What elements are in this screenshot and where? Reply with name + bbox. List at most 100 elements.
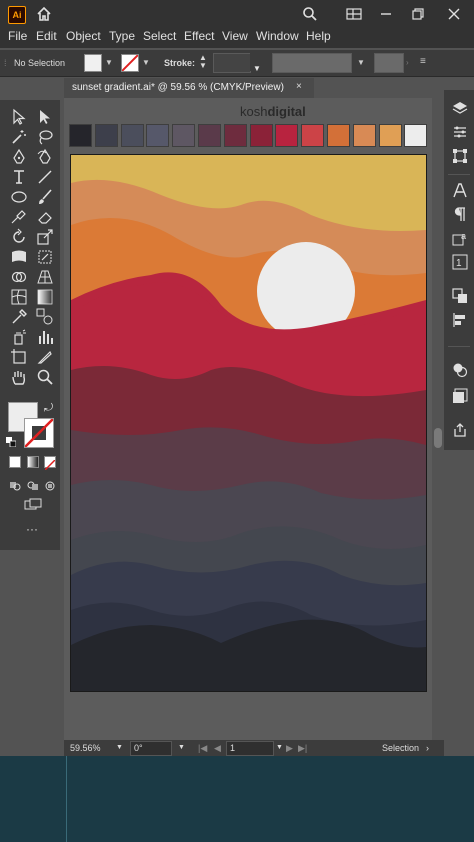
character-icon[interactable] bbox=[452, 182, 468, 198]
color-swatch[interactable] bbox=[120, 124, 144, 147]
graphic-styles-icon[interactable] bbox=[452, 388, 468, 404]
close-icon[interactable] bbox=[446, 6, 462, 27]
blend-tool-icon[interactable] bbox=[36, 308, 54, 326]
pen-tool-icon[interactable] bbox=[10, 148, 28, 166]
next-artboard-icon[interactable]: ▶ bbox=[286, 743, 293, 754]
default-colors-icon[interactable] bbox=[6, 434, 17, 448]
stroke-stepper[interactable]: ▲ ▼ bbox=[199, 54, 207, 70]
properties-icon[interactable] bbox=[452, 124, 468, 140]
stroke-swatch[interactable] bbox=[121, 54, 139, 72]
appearance-icon[interactable] bbox=[452, 362, 468, 378]
color-swatch[interactable] bbox=[198, 124, 221, 147]
chevron-down-icon[interactable]: ▼ bbox=[116, 744, 123, 751]
chevron-down-icon[interactable]: ▼ bbox=[142, 58, 150, 67]
previous-artboard-icon[interactable]: ◀ bbox=[214, 743, 221, 754]
transform-icon[interactable] bbox=[452, 148, 468, 164]
glyphs-icon[interactable]: a bbox=[452, 230, 468, 246]
color-mode-icon[interactable] bbox=[9, 456, 21, 468]
screen-mode-icon[interactable] bbox=[24, 498, 42, 512]
rotate-tool-icon[interactable] bbox=[10, 228, 28, 246]
magic-wand-tool-icon[interactable] bbox=[10, 128, 28, 146]
edit-toolbar-icon[interactable]: ··· bbox=[26, 522, 38, 536]
chevron-down-icon[interactable]: ▼ bbox=[178, 744, 185, 751]
draw-normal-icon[interactable] bbox=[9, 478, 21, 491]
first-artboard-icon[interactable]: |◀ bbox=[198, 743, 207, 754]
opentype-icon[interactable]: 1 bbox=[452, 254, 468, 270]
more-icon[interactable]: ≡ bbox=[420, 56, 426, 67]
chevron-down-icon[interactable]: ▼ bbox=[250, 53, 264, 73]
artboard-number-field[interactable]: 1 bbox=[226, 741, 274, 756]
color-swatch[interactable] bbox=[249, 124, 273, 147]
curvature-tool-icon[interactable] bbox=[36, 148, 54, 166]
shaper-tool-icon[interactable] bbox=[10, 208, 28, 226]
warp-tool-icon[interactable] bbox=[10, 248, 28, 266]
shape-builder-tool-icon[interactable] bbox=[10, 268, 28, 286]
chevron-down-icon[interactable]: ▼ bbox=[105, 58, 113, 67]
stroke-color-box[interactable] bbox=[24, 418, 54, 448]
scroll-thumb[interactable] bbox=[434, 428, 442, 448]
variable-width-field[interactable] bbox=[272, 53, 352, 73]
layers-icon[interactable] bbox=[452, 100, 468, 116]
fill-swatch[interactable] bbox=[84, 54, 102, 72]
color-swatch[interactable] bbox=[94, 124, 118, 147]
mesh-tool-icon[interactable] bbox=[10, 288, 28, 306]
gradient-tool-icon[interactable] bbox=[36, 288, 54, 306]
slice-tool-icon[interactable] bbox=[36, 348, 54, 366]
menu-effect[interactable]: Effect bbox=[184, 29, 214, 43]
last-artboard-icon[interactable]: ▶| bbox=[298, 743, 307, 754]
menu-view[interactable]: View bbox=[222, 29, 248, 43]
chevron-right-icon[interactable]: › bbox=[406, 58, 409, 67]
menu-select[interactable]: Select bbox=[143, 29, 176, 43]
zoom-tool-icon[interactable] bbox=[36, 368, 54, 386]
menu-object[interactable]: Object bbox=[66, 29, 101, 43]
color-swatch[interactable] bbox=[146, 124, 170, 147]
symbol-sprayer-tool-icon[interactable] bbox=[10, 328, 28, 346]
menu-type[interactable]: Type bbox=[109, 29, 135, 43]
asset-export-icon[interactable] bbox=[452, 422, 468, 438]
perspective-grid-tool-icon[interactable] bbox=[36, 268, 54, 286]
menu-help[interactable]: Help bbox=[306, 29, 331, 43]
rotation-field[interactable]: 0° bbox=[130, 741, 172, 756]
line-segment-tool-icon[interactable] bbox=[36, 168, 54, 186]
none-mode-icon[interactable] bbox=[44, 456, 56, 471]
selection-tool-icon[interactable] bbox=[10, 108, 28, 126]
swap-colors-icon[interactable]: ⤾ bbox=[44, 402, 53, 415]
free-transform-tool-icon[interactable] bbox=[36, 248, 54, 266]
color-swatch[interactable] bbox=[172, 124, 196, 147]
zoom-level[interactable]: 59.56% bbox=[70, 743, 101, 753]
gradient-mode-icon[interactable] bbox=[27, 456, 39, 468]
draw-behind-icon[interactable] bbox=[27, 478, 39, 490]
scale-tool-icon[interactable] bbox=[36, 228, 54, 246]
color-swatch[interactable] bbox=[275, 124, 299, 147]
eraser-tool-icon[interactable] bbox=[36, 208, 54, 226]
stroke-weight-field[interactable] bbox=[213, 53, 251, 73]
color-swatch[interactable] bbox=[301, 124, 325, 147]
type-tool-icon[interactable] bbox=[10, 168, 28, 186]
vertical-scrollbar[interactable] bbox=[432, 98, 444, 758]
eyedropper-tool-icon[interactable] bbox=[10, 308, 28, 326]
workspace-icon[interactable] bbox=[346, 6, 362, 27]
chevron-right-icon[interactable]: › bbox=[426, 743, 429, 753]
home-icon[interactable] bbox=[36, 6, 52, 27]
minimize-icon[interactable] bbox=[378, 6, 394, 27]
paragraph-icon[interactable] bbox=[452, 206, 468, 222]
document-tab[interactable]: sunset gradient.ai* @ 59.56 % (CMYK/Prev… bbox=[64, 78, 314, 99]
lasso-tool-icon[interactable] bbox=[36, 128, 54, 146]
chevron-down-icon[interactable]: ▼ bbox=[276, 744, 283, 751]
color-swatch[interactable] bbox=[327, 124, 350, 147]
ellipse-tool-icon[interactable] bbox=[10, 188, 28, 206]
search-icon[interactable] bbox=[302, 6, 318, 27]
menu-file[interactable]: File bbox=[8, 29, 27, 43]
restore-icon[interactable] bbox=[410, 6, 426, 27]
hand-tool-icon[interactable] bbox=[10, 368, 28, 386]
menu-edit[interactable]: Edit bbox=[36, 29, 57, 43]
draw-inside-icon[interactable] bbox=[44, 478, 56, 491]
color-swatch[interactable] bbox=[378, 124, 402, 147]
artboard[interactable] bbox=[70, 154, 427, 692]
pathfinder-icon[interactable] bbox=[452, 288, 468, 304]
chevron-down-icon[interactable]: ▼ bbox=[357, 58, 365, 67]
artboard-tool-icon[interactable] bbox=[10, 348, 28, 366]
brush-field[interactable] bbox=[374, 53, 404, 73]
color-swatch[interactable] bbox=[69, 124, 92, 147]
paintbrush-tool-icon[interactable] bbox=[36, 188, 54, 206]
